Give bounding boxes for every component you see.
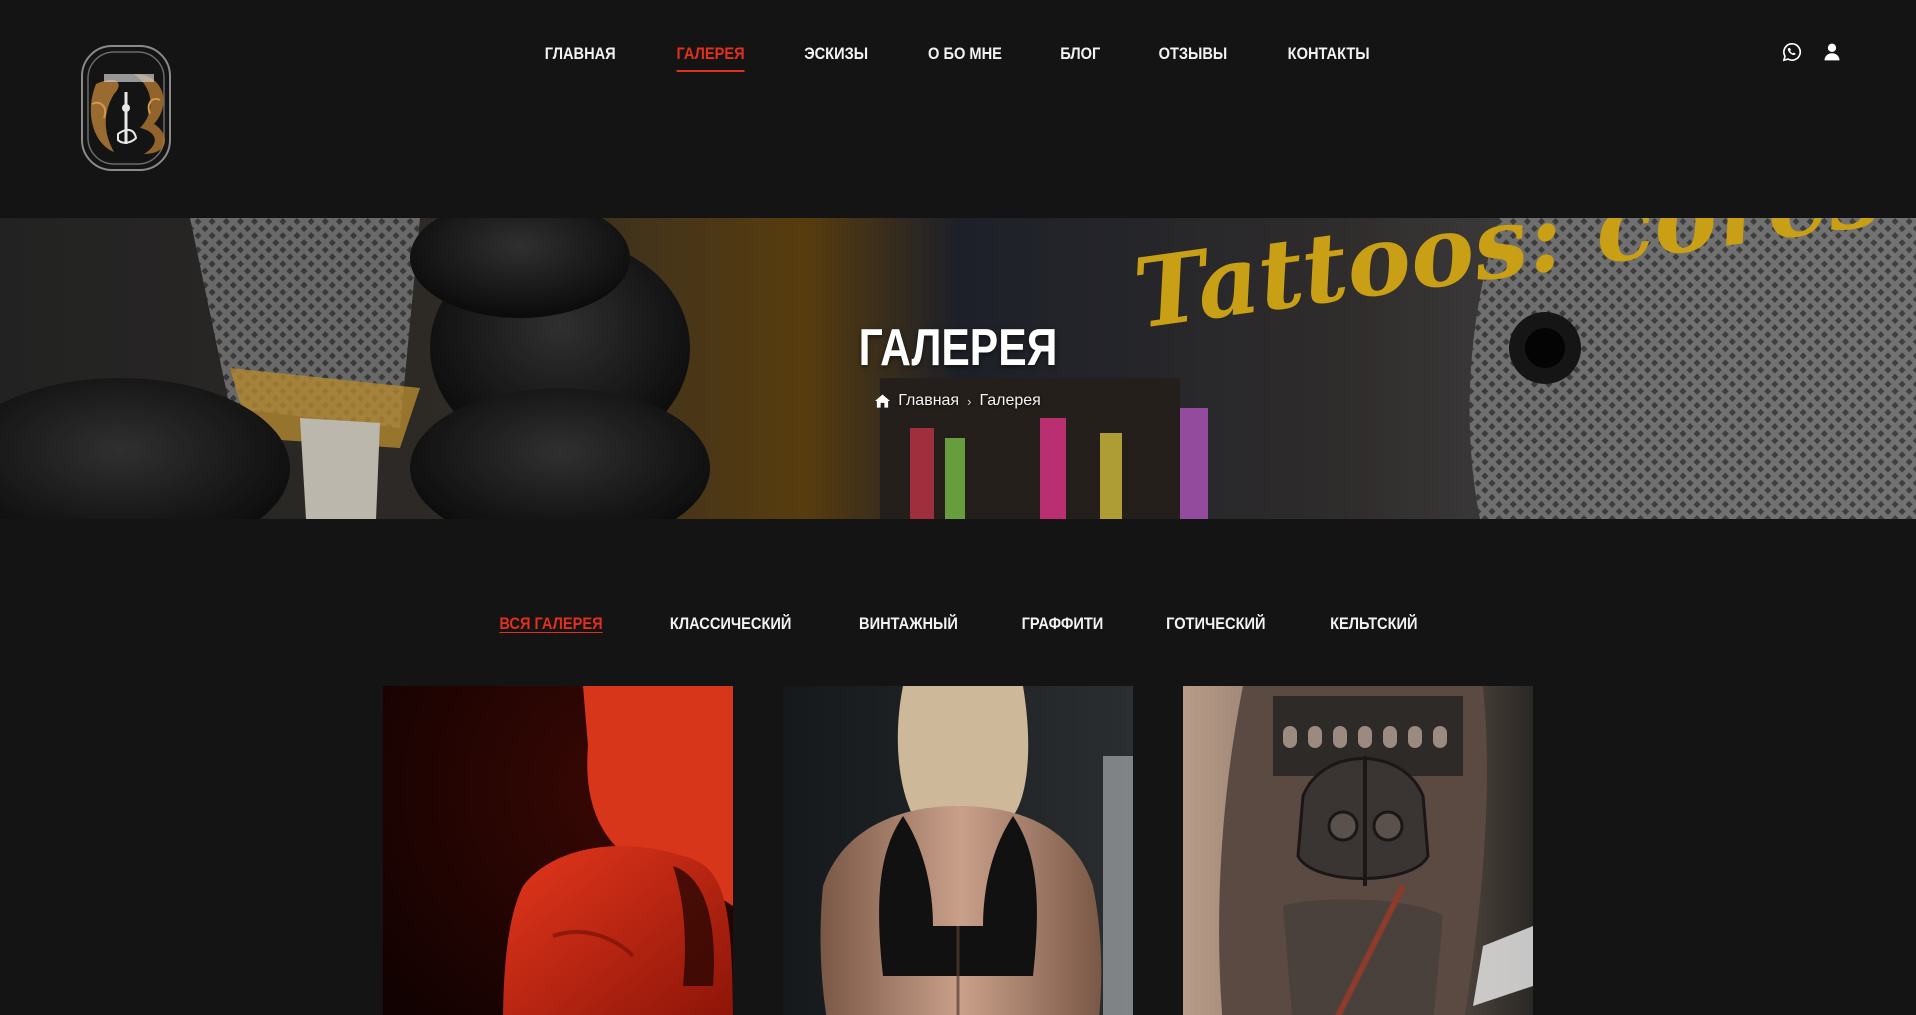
gallery-filter-tabs: ВСЯ ГАЛЕРЕЯ КЛАССИЧЕСКИЙ ВИНТАЖНЫЙ ГРАФФ… (0, 614, 1916, 634)
chevron-right-icon: › (967, 393, 972, 409)
site-header: ГЛАВНАЯ ГАЛЕРЕЯ ЭСКИЗЫ О БО МНЕ БЛОГ ОТЗ… (0, 0, 1916, 218)
red-haired-woman-back-image (383, 686, 733, 1015)
filter-tab-classic[interactable]: КЛАССИЧЕСКИЙ (670, 614, 792, 634)
home-icon (875, 394, 891, 408)
page-root: ГЛАВНАЯ ГАЛЕРЕЯ ЭСКИЗЫ О БО МНЕ БЛОГ ОТЗ… (0, 0, 1916, 1015)
breadcrumb: Главная › Галерея (0, 392, 1916, 410)
main-nav: ГЛАВНАЯ ГАЛЕРЕЯ ЭСКИЗЫ О БО МНЕ БЛОГ ОТЗ… (0, 40, 1916, 72)
gladiator-sleeve-tattoo-image (1183, 686, 1533, 1015)
page-title: ГАЛЕРЕЯ (858, 319, 1058, 377)
filter-tab-celtic[interactable]: КЕЛЬТСКИЙ (1330, 614, 1417, 634)
nav-item-gallery[interactable]: ГАЛЕРЕЯ (676, 40, 745, 72)
gallery-grid (383, 686, 1533, 1015)
nav-item-about[interactable]: О БО МНЕ (928, 40, 1002, 72)
breadcrumb-home[interactable]: Главная (898, 392, 959, 410)
nav-item-contacts[interactable]: КОНТАКТЫ (1288, 40, 1370, 72)
breadcrumb-current: Галерея (979, 392, 1041, 409)
header-actions (1782, 42, 1842, 62)
nav-item-home[interactable]: ГЛАВНАЯ (545, 40, 616, 72)
gallery-item[interactable] (383, 686, 733, 1015)
filter-tab-all[interactable]: ВСЯ ГАЛЕРЕЯ (500, 614, 603, 634)
nav-item-sketches[interactable]: ЭСКИЗЫ (804, 40, 868, 72)
whatsapp-icon[interactable] (1782, 42, 1802, 62)
filter-tab-gothic[interactable]: ГОТИЧЕСКИЙ (1167, 614, 1266, 634)
nav-item-blog[interactable]: БЛОГ (1060, 40, 1100, 72)
blonde-woman-back-image (783, 686, 1133, 1015)
filter-tab-graffiti[interactable]: ГРАФФИТИ (1021, 614, 1103, 634)
filter-tab-vintage[interactable]: ВИНТАЖНЫЙ (859, 614, 958, 634)
gallery-item[interactable] (783, 686, 1133, 1015)
user-icon[interactable] (1822, 42, 1842, 62)
gallery-item[interactable] (1183, 686, 1533, 1015)
page-hero-banner: Tattoos: cores da ГАЛЕРЕЯ Главная › Гале… (0, 218, 1916, 519)
nav-item-reviews[interactable]: ОТЗЫВЫ (1158, 40, 1227, 72)
